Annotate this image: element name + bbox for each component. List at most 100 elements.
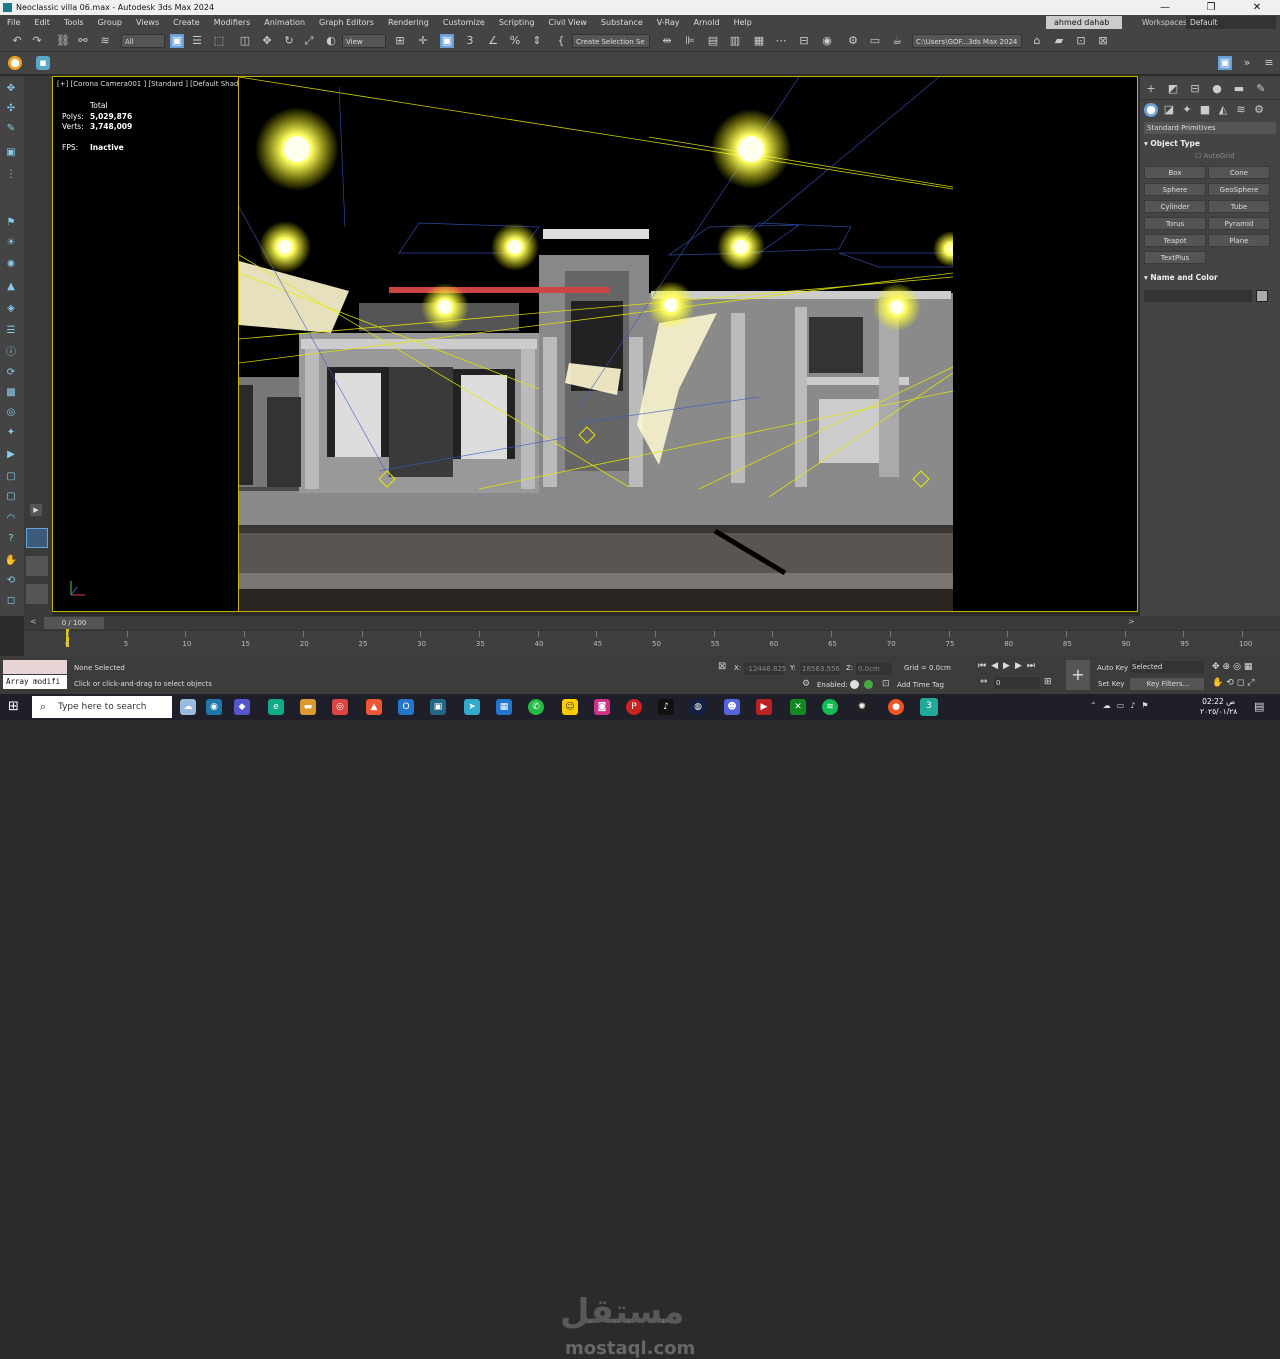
brave-icon[interactable]: ▲ (366, 699, 382, 715)
autogrid-checkbox[interactable]: ☐ AutoGrid (1195, 152, 1276, 164)
pivot-icon[interactable]: ⊞ (393, 34, 407, 48)
object-color-swatch[interactable] (1256, 290, 1268, 302)
viewport-label[interactable]: [+] [Corona Camera001 ] [Standard ] [Def… (57, 80, 254, 88)
whatsapp-icon[interactable]: ✆ (528, 699, 544, 715)
tool-list-icon[interactable]: ☰ (4, 324, 18, 338)
time-prev-icon[interactable]: < (30, 617, 37, 626)
tool-helper-icon[interactable]: ◈ (4, 302, 18, 316)
z-coord-field[interactable]: 0.0cm (856, 663, 892, 675)
tool-rotate-view-icon[interactable]: ⟲ (4, 574, 18, 588)
snapchat-icon[interactable]: ☺ (562, 699, 578, 715)
folder-icon[interactable]: ▰ (1052, 34, 1066, 48)
align-icon[interactable]: ⊫ (683, 34, 697, 48)
taskbar-clock[interactable]: 02:22 ص ٢٠٢٥/٠١/٢٨ (1200, 697, 1237, 717)
torus-button[interactable]: Torus (1144, 217, 1206, 230)
textplus-button[interactable]: TextPlus (1144, 251, 1206, 264)
utilities-tab-icon[interactable]: ✎ (1254, 82, 1268, 96)
tool-sun-icon[interactable]: ✺ (4, 258, 18, 272)
3dsmax-icon[interactable]: 3 (920, 698, 938, 716)
menu-file[interactable]: File (0, 18, 27, 27)
mirror-icon[interactable]: ⇹ (660, 34, 674, 48)
scale-icon[interactable]: ⤢ (302, 34, 316, 48)
selection-filter-dropdown[interactable]: All (121, 34, 165, 48)
xbox-icon[interactable]: ✕ (790, 699, 806, 715)
expand-arrow-icon[interactable]: ▶ (30, 504, 42, 516)
tool-select-icon[interactable]: ✥ (4, 82, 18, 96)
tool-cube-icon[interactable]: ▩ (4, 386, 18, 400)
systems-icon[interactable]: ⚙ (1252, 103, 1266, 117)
render-setup-icon[interactable]: ⚙ (846, 34, 860, 48)
toggle-layout-icon[interactable]: ⊠ (1096, 34, 1110, 48)
rendered-frame-icon[interactable]: ▭ (868, 34, 882, 48)
hierarchy-tab-icon[interactable]: ⊟ (1188, 82, 1202, 96)
tool-camera-icon[interactable]: ⚑ (4, 216, 18, 230)
widgets-icon[interactable]: ☁ (180, 699, 196, 715)
schematic-view-icon[interactable]: ⊟ (797, 34, 811, 48)
windows-start-icon[interactable]: ⊞ (8, 699, 19, 714)
time-config-icon[interactable]: ⊞ (1044, 677, 1052, 687)
tool-pan-icon[interactable]: ✋ (4, 554, 18, 568)
geometry-icon[interactable]: ● (1144, 103, 1158, 117)
edit-named-sets-icon[interactable]: { (554, 34, 568, 48)
teapot-button[interactable]: Teapot (1144, 234, 1206, 247)
placement-icon[interactable]: ◐ (324, 34, 338, 48)
motion-tab-icon[interactable]: ● (1210, 82, 1224, 96)
maxscript-input[interactable]: Array modifi (3, 675, 67, 689)
camera-view[interactable] (238, 77, 969, 611)
tool-bulb-icon[interactable]: ✦ (4, 426, 18, 440)
spinner-snap-icon[interactable]: ⇕ (530, 34, 544, 48)
menu-graph-editors[interactable]: Graph Editors (312, 18, 381, 27)
viewport-nav-icons[interactable]: ✥⊕◎▦ (1212, 662, 1255, 672)
project-folder-icon[interactable]: ⌂ (1030, 34, 1044, 48)
edge-icon[interactable]: e (268, 699, 284, 715)
menu-tools[interactable]: Tools (57, 18, 91, 27)
playback-controls[interactable]: ⏮◀▶▶⏭ (978, 661, 1040, 671)
enabled-toggle[interactable] (850, 680, 859, 689)
isolate-icon[interactable]: ⚙ (802, 679, 810, 689)
object-name-field[interactable] (1144, 290, 1252, 302)
angle-snap-icon[interactable]: ∠ (486, 34, 500, 48)
scene-explorer-icon[interactable]: ▤ (706, 34, 720, 48)
menu-rendering[interactable]: Rendering (381, 18, 436, 27)
tiktok-icon[interactable]: ♪ (658, 699, 674, 715)
tool-circle-icon[interactable]: ◎ (4, 406, 18, 420)
user-account[interactable]: ahmed dahab (1046, 16, 1122, 29)
tool-paint-icon[interactable]: ✎ (4, 122, 18, 136)
taskbar-search[interactable]: Type here to search (32, 696, 172, 718)
set-key-big-icon[interactable]: + (1066, 660, 1090, 690)
selection-set-dropdown[interactable]: Create Selection Se (572, 34, 650, 48)
save-icon[interactable]: ▣ (1218, 56, 1232, 70)
viewport-thumb-1[interactable] (26, 528, 48, 548)
restore-icon[interactable]: ❐ (1188, 2, 1234, 13)
undo-icon[interactable]: ↶ (10, 34, 24, 48)
corona-icon[interactable]: ● (8, 56, 22, 70)
x-coord-field[interactable]: -12446.825 (744, 663, 786, 675)
redo-icon[interactable]: ↷ (30, 34, 44, 48)
manipulate-icon[interactable]: ✛ (416, 34, 430, 48)
ribbon-icon[interactable]: ▦ (752, 34, 766, 48)
create-tab-icon[interactable]: + (1144, 82, 1158, 96)
minimize-icon[interactable]: — (1142, 2, 1188, 13)
expand-panel-icon[interactable]: » (1240, 56, 1254, 70)
sphere-button[interactable]: Sphere (1144, 183, 1206, 196)
time-slider[interactable]: < 0 / 100 > (24, 616, 1280, 630)
menu-edit[interactable]: Edit (27, 18, 57, 27)
geosphere-button[interactable]: GeoSphere (1208, 183, 1270, 196)
unlink-icon[interactable]: ⚯ (76, 34, 90, 48)
instagram-icon[interactable]: ◙ (594, 699, 610, 715)
cameras-icon[interactable]: ■ (1198, 103, 1212, 117)
viewport[interactable]: [+] [Corona Camera001 ] [Standard ] [Def… (52, 76, 1138, 612)
time-slider-handle[interactable]: 0 / 100 (44, 617, 104, 629)
rotate-icon[interactable]: ↻ (282, 34, 296, 48)
curve-editor-icon[interactable]: ⋯ (774, 34, 788, 48)
tool-info-icon[interactable]: ⓘ (4, 346, 18, 360)
render-icon[interactable]: ☕ (890, 34, 904, 48)
tool-cycle-icon[interactable]: ⟳ (4, 366, 18, 380)
outlook-icon[interactable]: O (398, 699, 414, 715)
key-mode-dropdown[interactable]: Selected (1130, 661, 1204, 673)
photos-icon[interactable]: ▣ (430, 699, 446, 715)
menu-customize[interactable]: Customize (436, 18, 492, 27)
menu-create[interactable]: Create (166, 18, 207, 27)
close-icon[interactable]: ✕ (1234, 2, 1280, 13)
add-time-tag[interactable]: Add Time Tag (897, 681, 944, 689)
